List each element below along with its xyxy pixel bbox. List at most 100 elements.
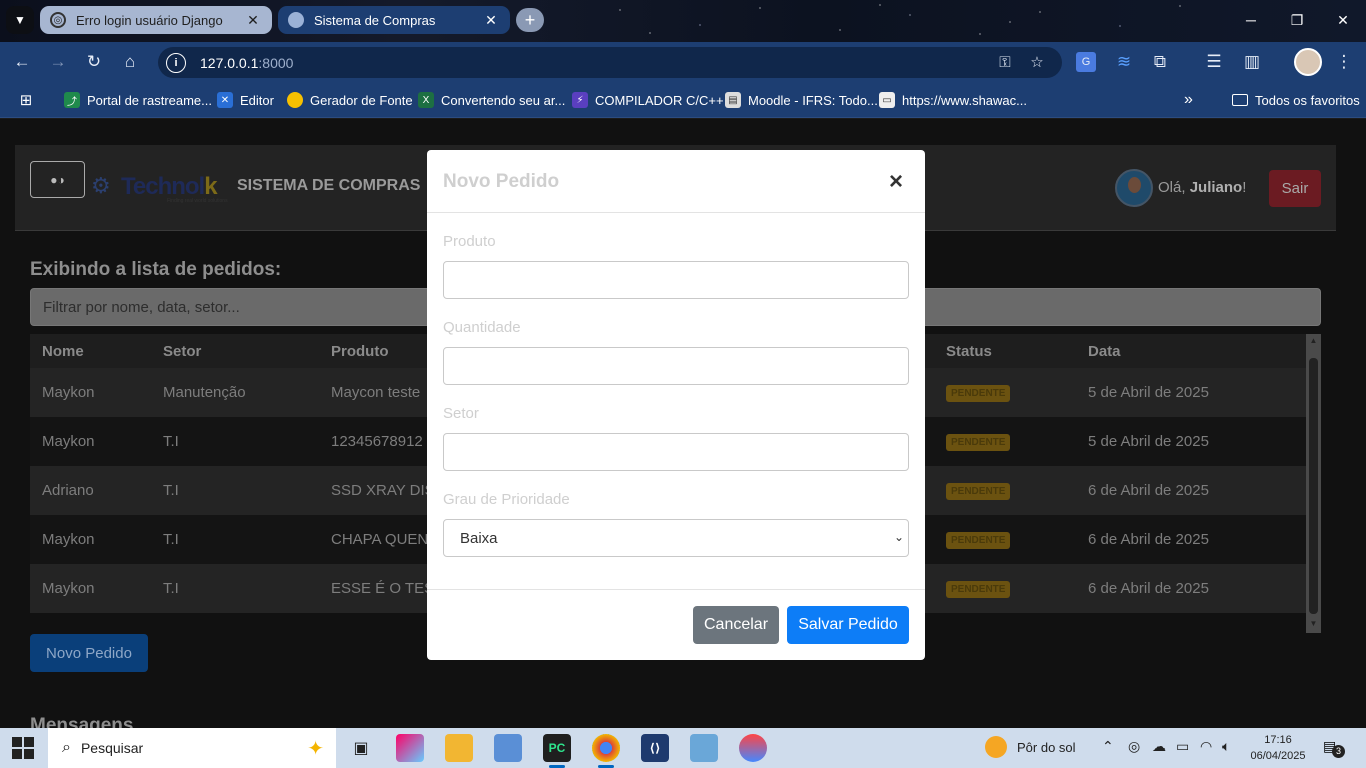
windows-taskbar: ⌕ Pesquisar ✦ ▣ PC ⟨⟩ Pôr do sol ⌃ ◎ ☁ ▭… <box>0 728 1366 768</box>
messages-heading: Mensagens <box>30 715 134 728</box>
quantity-label: Quantidade <box>443 319 521 336</box>
forward-arrow-icon[interactable]: → <box>46 50 70 74</box>
file-explorer-icon[interactable] <box>445 734 473 762</box>
system-clock[interactable]: 17:16 06/04/2025 <box>1244 732 1312 764</box>
cell-date: 6 de Abril de 2025 <box>1076 564 1306 613</box>
bookmark-portal[interactable]: ⤴ Portal de rastreame... <box>64 91 212 109</box>
new-tab-plus-icon[interactable]: + <box>516 8 544 32</box>
green-link-icon: ⤴ <box>64 92 80 108</box>
tab-search-chevron-icon[interactable]: ▼ <box>6 6 34 34</box>
column-header-date: Data <box>1076 334 1306 368</box>
close-tab-icon[interactable]: ✕ <box>482 12 500 29</box>
cell-sector: T.I <box>151 466 319 515</box>
save-order-button[interactable]: Salvar Pedido <box>787 606 909 644</box>
scroll-up-icon[interactable]: ▲ <box>1306 336 1321 350</box>
clock-date: 06/04/2025 <box>1250 750 1306 762</box>
status-badge: PENDENTE <box>946 532 1011 549</box>
weather-widget[interactable]: Pôr do sol <box>985 736 1076 758</box>
close-tab-icon[interactable]: ✕ <box>244 12 262 29</box>
link-icon: ▭ <box>879 92 895 108</box>
notification-bell-icon[interactable]: ▤ 3 <box>1323 738 1345 758</box>
site-info-icon[interactable]: i <box>166 52 186 73</box>
cell-date: 5 de Abril de 2025 <box>1076 368 1306 417</box>
tab-list-icon[interactable]: ☰ <box>1202 50 1226 74</box>
bookmark-editor[interactable]: ✕ Editor <box>217 91 274 109</box>
url-text: 127.0.0.1:8000 <box>200 54 294 71</box>
pycharm-icon[interactable]: PC <box>543 734 571 768</box>
scroll-down-icon[interactable]: ▼ <box>1306 619 1321 633</box>
task-view-icon[interactable]: ▣ <box>347 734 375 762</box>
restore-icon[interactable]: ❐ <box>1274 0 1320 40</box>
bookmark-star-icon[interactable]: ☆ <box>1026 51 1048 73</box>
tab-sistema-compras[interactable]: Sistema de Compras ✕ <box>278 6 510 34</box>
wifi-icon[interactable]: ◠ <box>1200 738 1212 755</box>
browser-menu-icon[interactable]: ⋮ <box>1332 50 1356 74</box>
google-translate-icon[interactable]: G <box>1076 52 1096 72</box>
minimize-icon[interactable]: ─ <box>1228 0 1274 40</box>
sparkle-icon: ✦ <box>307 738 324 760</box>
copilot-icon[interactable] <box>396 734 424 762</box>
app-title: SISTEMA DE COMPRAS <box>237 177 421 194</box>
bookmark-shawac[interactable]: ▭ https://www.shawac... <box>879 91 1027 109</box>
bookmark-gerador-fonte[interactable]: Gerador de Fonte <box>287 91 413 109</box>
new-order-button[interactable]: Novo Pedido <box>30 634 148 672</box>
tab-title: Erro login usuário Django <box>76 12 223 28</box>
reading-mode-icon[interactable]: ▥ <box>1240 50 1264 74</box>
bookmark-compilador[interactable]: ⚡ COMPILADOR C/C++ <box>572 91 724 109</box>
vscode-icon[interactable]: ⟨⟩ <box>641 734 669 762</box>
cell-status: PENDENTE <box>934 564 1076 613</box>
reload-icon[interactable]: ↻ <box>82 50 106 74</box>
home-icon[interactable]: ⌂ <box>118 50 142 74</box>
back-arrow-icon[interactable]: ← <box>10 50 34 74</box>
volume-icon[interactable]: 🔈︎ <box>1222 738 1230 755</box>
bookmark-moodle[interactable]: ▤ Moodle - IFRS: Todo... <box>725 91 878 109</box>
search-icon: ⌕ <box>62 739 71 756</box>
cell-sector: T.I <box>151 564 319 613</box>
sector-input[interactable] <box>443 433 909 471</box>
profile-avatar[interactable] <box>1294 48 1322 76</box>
more-bookmarks-icon[interactable]: » <box>1184 91 1193 109</box>
logout-button[interactable]: Sair <box>1269 170 1321 207</box>
apps-grid-icon[interactable]: ⊞ <box>18 91 41 109</box>
chrome-icon[interactable] <box>592 734 620 768</box>
cell-sector: Manutenção <box>151 368 319 417</box>
table-scrollbar[interactable]: ▲ ▼ <box>1306 334 1321 633</box>
scrollbar-thumb[interactable] <box>1309 358 1318 614</box>
priority-selected-value: Baixa <box>460 529 498 547</box>
maps-pin-icon[interactable] <box>739 734 767 762</box>
taskbar-search[interactable]: ⌕ Pesquisar ✦ <box>48 728 336 768</box>
address-bar[interactable]: i 127.0.0.1:8000 ⚿ ☆ <box>158 47 1062 78</box>
cancel-button[interactable]: Cancelar <box>693 606 779 644</box>
password-key-icon[interactable]: ⚿ <box>994 51 1016 73</box>
bookmark-convertendo[interactable]: X Convertendo seu ar... <box>418 91 565 109</box>
onedrive-icon[interactable]: ☁ <box>1152 738 1166 755</box>
cell-name: Maykon <box>30 515 151 564</box>
app-icon[interactable] <box>494 734 522 762</box>
priority-select[interactable]: Baixa ⌄ <box>443 519 909 557</box>
sector-label: Setor <box>443 405 479 422</box>
notebook-icon[interactable] <box>690 734 718 762</box>
camera-icon[interactable]: ◎ <box>1128 738 1140 755</box>
tab-django-error[interactable]: ◎ Erro login usuário Django ✕ <box>40 6 272 34</box>
all-bookmarks-folder[interactable]: Todos os favoritos <box>1232 91 1360 109</box>
close-window-icon[interactable]: ✕ <box>1320 0 1366 40</box>
cell-name: Maykon <box>30 417 151 466</box>
theme-toggle-button[interactable]: ●◑ <box>30 161 85 198</box>
priority-label: Grau de Prioridade <box>443 491 570 508</box>
product-label: Produto <box>443 233 496 250</box>
yellow-circle-icon <box>287 92 303 108</box>
windows-start-icon[interactable] <box>12 737 34 759</box>
battery-icon[interactable]: ▭ <box>1176 738 1189 755</box>
extension-wave-icon[interactable]: ≋ <box>1112 50 1136 74</box>
cell-status: PENDENTE <box>934 515 1076 564</box>
product-input[interactable] <box>443 261 909 299</box>
gear-icon: ⚙ <box>91 173 111 198</box>
modal-footer: Cancelar Salvar Pedido <box>427 589 925 660</box>
cell-sector: T.I <box>151 417 319 466</box>
quantity-input[interactable] <box>443 347 909 385</box>
tray-overflow-chevron-icon[interactable]: ⌃ <box>1102 738 1114 755</box>
extensions-puzzle-icon[interactable]: ⧉ <box>1148 50 1172 74</box>
close-icon[interactable]: × <box>889 168 903 196</box>
orders-heading: Exibindo a lista de pedidos: <box>30 259 282 280</box>
x-blue-icon: ✕ <box>217 92 233 108</box>
